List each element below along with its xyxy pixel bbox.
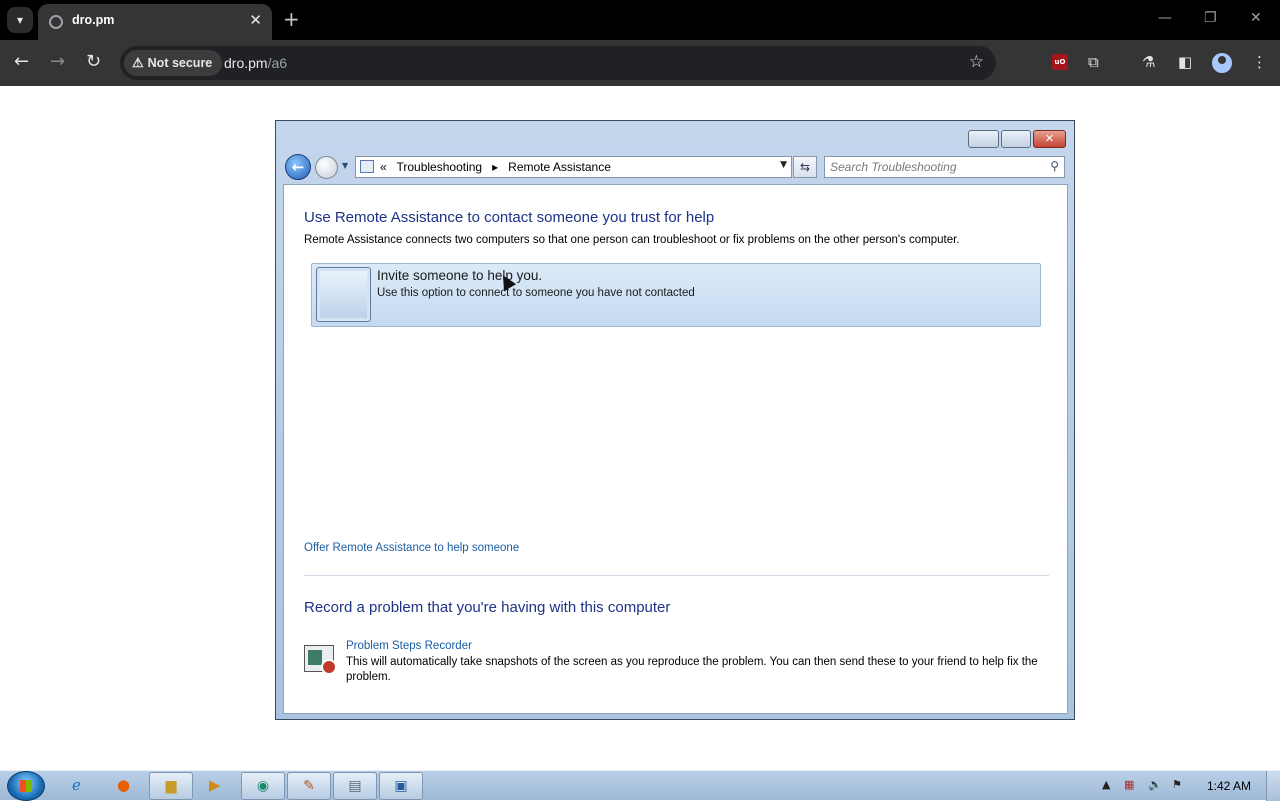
- invite-option-icon: [316, 267, 371, 322]
- security-chip[interactable]: ⚠ Not secure: [124, 50, 223, 76]
- search-icon[interactable]: ⚲: [1050, 159, 1059, 173]
- invite-option-title: Invite someone to help you.: [377, 268, 543, 283]
- window-minimize-button[interactable]: [968, 130, 999, 148]
- page-title: Use Remote Assistance to contact someone…: [304, 209, 715, 226]
- ublock-icon[interactable]: uO: [1052, 54, 1068, 70]
- forward-arrow-icon[interactable]: →: [50, 52, 65, 72]
- tab-title: dro.pm: [72, 13, 115, 27]
- window-close-button[interactable]: ✕: [1033, 130, 1066, 148]
- problem-steps-recorder-link[interactable]: Problem Steps Recorder: [346, 640, 472, 652]
- menu-dots-icon[interactable]: ⋮: [1252, 53, 1267, 71]
- address-dropdown-icon[interactable]: ▼: [780, 160, 787, 170]
- show-hidden-icons-icon[interactable]: ▲: [1102, 778, 1110, 791]
- reload-icon[interactable]: ↻: [86, 52, 101, 72]
- remote-assistance-window: ✕ ← ▼ « Troubleshooting ▸ Remote Assista…: [275, 120, 1075, 720]
- app-taskbar-button-3[interactable]: ▤: [333, 772, 377, 800]
- internet-explorer-icon[interactable]: ℯ: [72, 776, 81, 794]
- show-desktop-button[interactable]: [1266, 771, 1280, 801]
- labs-flask-icon[interactable]: ⚗: [1142, 53, 1155, 71]
- remote-assistance-taskbar-button[interactable]: ▣: [379, 772, 423, 800]
- notepad-icon: ▤: [348, 778, 362, 794]
- tab-close-icon[interactable]: ✕: [249, 11, 262, 29]
- profile-avatar-icon[interactable]: [1212, 53, 1232, 73]
- invite-someone-option[interactable]: Invite someone to help you. Use this opt…: [311, 263, 1041, 327]
- browser-toolbar: ← → ↻ ⚠ Not secure dro.pm/a6 ☆ uO ⧉ ⚗ ◧ ⋮: [0, 40, 1280, 86]
- warning-icon: ⚠: [132, 55, 144, 70]
- side-panel-icon[interactable]: ◧: [1178, 53, 1192, 71]
- browser-tab[interactable]: dro.pm ✕: [38, 4, 272, 40]
- breadcrumb-separator-icon[interactable]: ▸: [492, 160, 498, 174]
- back-button[interactable]: ←: [285, 154, 311, 180]
- control-panel-icon: [360, 160, 374, 173]
- breadcrumb: « Troubleshooting ▸ Remote Assistance: [380, 160, 611, 174]
- explorer-taskbar-button[interactable]: ▆: [149, 772, 193, 800]
- url-host: dro.pm: [224, 55, 268, 71]
- search-box[interactable]: Search Troubleshooting ⚲: [824, 156, 1065, 178]
- firefox-icon[interactable]: ●: [117, 776, 130, 794]
- forward-button[interactable]: [315, 156, 338, 179]
- breadcrumb-troubleshooting[interactable]: Troubleshooting: [396, 160, 482, 174]
- clock[interactable]: 1:42 AM: [1207, 779, 1251, 793]
- page-description: Remote Assistance connects two computers…: [304, 234, 960, 246]
- action-center-flag-icon[interactable]: ⚑: [1172, 778, 1182, 791]
- history-dropdown-icon[interactable]: ▼: [342, 161, 348, 170]
- start-button[interactable]: [7, 771, 45, 801]
- folder-icon: ▆: [165, 778, 177, 794]
- problem-steps-recorder-description: This will automatically take snapshots o…: [346, 656, 1038, 683]
- bookmark-star-icon[interactable]: ☆: [969, 52, 984, 72]
- url-path: /a6: [267, 55, 288, 71]
- minimize-icon[interactable]: —: [1158, 10, 1172, 26]
- tab-search-button[interactable]: ▾: [7, 7, 33, 33]
- close-window-icon[interactable]: ✕: [1250, 10, 1262, 26]
- breadcrumb-remote-assistance[interactable]: Remote Assistance: [508, 160, 611, 174]
- explorer-address-bar[interactable]: « Troubleshooting ▸ Remote Assistance ▼: [355, 156, 792, 178]
- refresh-button[interactable]: ⇆: [793, 156, 817, 178]
- app-taskbar-button-1[interactable]: ◉: [241, 772, 285, 800]
- new-tab-button[interactable]: +: [283, 8, 300, 30]
- offer-remote-assistance-link[interactable]: Offer Remote Assistance to help someone: [304, 542, 519, 554]
- section-title-record: Record a problem that you're having with…: [304, 599, 671, 616]
- app-taskbar-button-2[interactable]: ✎: [287, 772, 331, 800]
- remote-assistance-icon: ▣: [394, 778, 408, 794]
- green-app-icon: ◉: [256, 778, 270, 794]
- problem-steps-recorder-icon[interactable]: [304, 645, 337, 675]
- window-maximize-button[interactable]: [1001, 130, 1031, 148]
- breadcrumb-prefix[interactable]: «: [380, 160, 387, 174]
- url-text[interactable]: dro.pm/a6: [224, 55, 287, 71]
- browser-tab-strip: ▾ dro.pm ✕ + — ❐ ✕: [0, 0, 1280, 40]
- paint-icon: ✎: [303, 778, 315, 794]
- network-icon[interactable]: ▦: [1124, 778, 1134, 791]
- extensions-puzzle-icon[interactable]: ⧉: [1088, 53, 1099, 71]
- volume-muted-icon[interactable]: 🔈: [1148, 778, 1162, 791]
- back-arrow-icon[interactable]: ←: [14, 52, 29, 72]
- media-player-icon[interactable]: ▶: [209, 776, 221, 794]
- globe-icon: [49, 15, 63, 29]
- content-pane: Use Remote Assistance to contact someone…: [283, 184, 1068, 714]
- search-placeholder: Search Troubleshooting: [830, 160, 957, 174]
- taskbar: ℯ ● ▆ ▶ ◉ ✎ ▤ ▣ ▲ ▦ 🔈 ⚑ 1:42 AM: [0, 770, 1280, 801]
- invite-option-subtitle: Use this option to connect to someone yo…: [377, 287, 695, 299]
- restore-icon[interactable]: ❐: [1204, 10, 1217, 26]
- section-divider: [304, 575, 1049, 576]
- address-bar[interactable]: ⚠ Not secure dro.pm/a6 ☆: [120, 46, 996, 80]
- security-label: Not secure: [147, 56, 213, 70]
